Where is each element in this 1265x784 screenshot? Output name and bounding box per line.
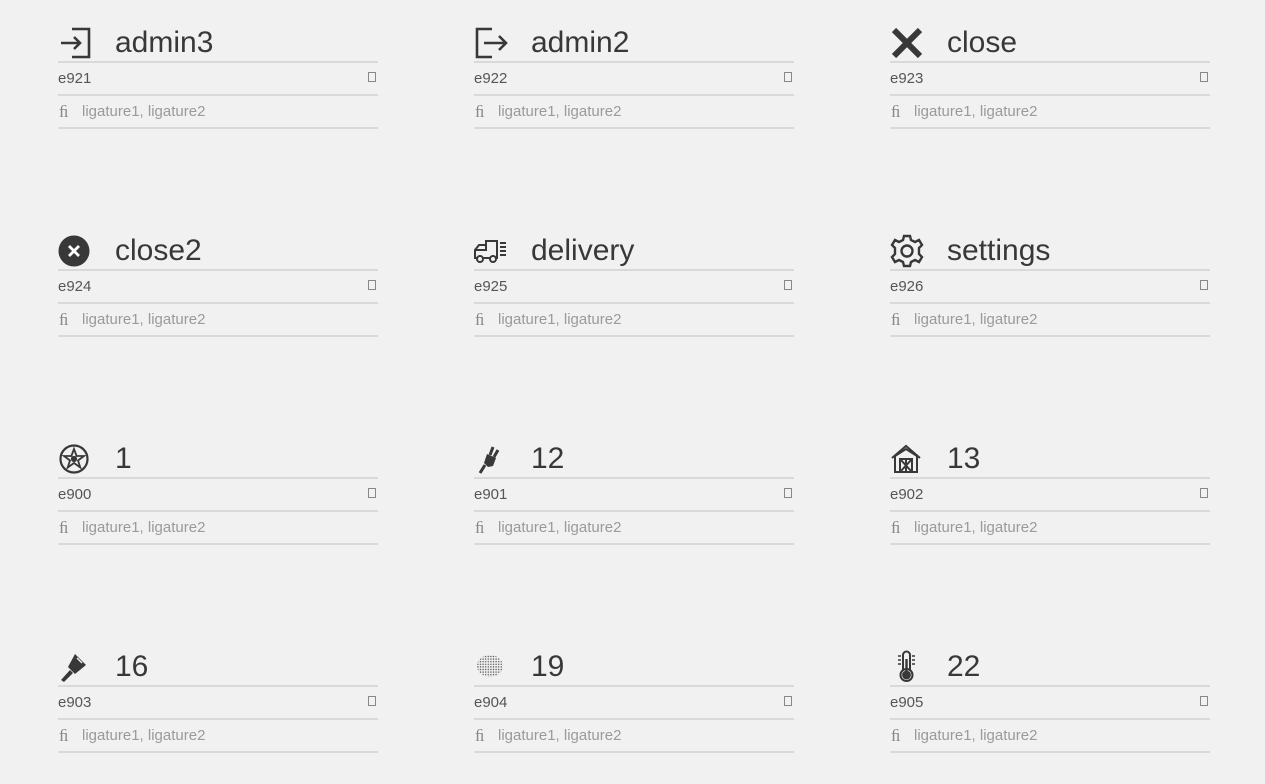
glyph-preview-icon [1200,696,1208,706]
icon-name: 22 [947,650,981,683]
ligature-icon: ﬁ [891,726,901,745]
glyph-preview-icon [368,488,376,498]
unicode-code: e924 [58,278,92,295]
icon-card: settings e926 ﬁ ligature1, ligature2 [890,208,1210,337]
icon-card: 12 e901 ﬁ ligature1, ligature2 [474,416,794,545]
unicode-code: e925 [474,278,508,295]
unicode-code: e903 [58,694,92,711]
admin2-exit-icon [474,26,508,60]
ligature-icon: ﬁ [891,310,901,329]
glyph-preview-icon [368,280,376,290]
ligatures-text: ligature1, ligature2 [82,311,206,328]
ligatures-text: ligature1, ligature2 [82,519,206,536]
unicode-code: e904 [474,694,508,711]
ligatures-text: ligature1, ligature2 [498,311,622,328]
glyph-preview-icon [784,72,792,82]
unicode-code: e921 [58,70,92,87]
icon-card: 1 e900 ﬁ ligature1, ligature2 [58,416,378,545]
icon-name: 12 [531,442,565,475]
unicode-code: e900 [58,486,92,503]
icon-name: admin2 [531,26,630,59]
icon-card: admin3 e921 ﬁ ligature1, ligature2 [58,0,378,129]
brush-icon [58,650,92,684]
ligature-icon: ﬁ [891,102,901,121]
glyph-preview-icon [784,696,792,706]
ligatures-text: ligature1, ligature2 [914,519,1038,536]
icon-name: 16 [115,650,149,683]
icon-name: admin3 [115,26,214,59]
icon-name: 13 [947,442,981,475]
house-frame-icon [890,442,924,476]
wheel-star-icon [58,442,92,476]
ligature-icon: ﬁ [59,310,69,329]
unicode-code: e905 [890,694,924,711]
ligature-icon: ﬁ [59,726,69,745]
glyph-preview-icon [1200,488,1208,498]
close-circle-icon [58,234,92,268]
unicode-code: e923 [890,70,924,87]
icon-name: delivery [531,234,635,267]
close-x-icon [890,26,924,60]
icon-name: 1 [115,442,132,475]
admin3-enter-icon [58,26,92,60]
ligature-icon: ﬁ [59,102,69,121]
unicode-code: e901 [474,486,508,503]
icon-name: settings [947,234,1051,267]
ligatures-text: ligature1, ligature2 [82,103,206,120]
icon-card: 22 e905 ﬁ ligature1, ligature2 [890,624,1210,753]
ligature-icon: ﬁ [475,310,485,329]
ligature-icon: ﬁ [475,726,485,745]
unicode-code: e922 [474,70,508,87]
glyph-preview-icon [368,696,376,706]
unicode-code: e902 [890,486,924,503]
icon-card: close e923 ﬁ ligature1, ligature2 [890,0,1210,129]
dotted-sphere-icon [474,650,508,684]
ligatures-text: ligature1, ligature2 [82,727,206,744]
glyph-preview-icon [784,280,792,290]
delivery-truck-icon [474,234,508,268]
ligatures-text: ligature1, ligature2 [498,519,622,536]
glyph-preview-icon [1200,72,1208,82]
icon-card: 13 e902 ﬁ ligature1, ligature2 [890,416,1210,545]
icon-card: 19 e904 ﬁ ligature1, ligature2 [474,624,794,753]
ligatures-text: ligature1, ligature2 [498,727,622,744]
glyph-preview-icon [1200,280,1208,290]
unicode-code: e926 [890,278,924,295]
glyph-preview-icon [784,488,792,498]
icon-card: 16 e903 ﬁ ligature1, ligature2 [58,624,378,753]
thermometer-icon [890,650,924,684]
icon-name: 19 [531,650,565,683]
ligatures-text: ligature1, ligature2 [914,103,1038,120]
ligature-icon: ﬁ [59,518,69,537]
ligatures-text: ligature1, ligature2 [914,727,1038,744]
ligature-icon: ﬁ [475,102,485,121]
icon-card: delivery e925 ﬁ ligature1, ligature2 [474,208,794,337]
icon-card: close2 e924 ﬁ ligature1, ligature2 [58,208,378,337]
settings-gear-icon [890,234,924,268]
icon-card: admin2 e922 ﬁ ligature1, ligature2 [474,0,794,129]
ligature-icon: ﬁ [891,518,901,537]
glyph-preview-icon [368,72,376,82]
icon-name: close [947,26,1018,59]
plug-icon [474,442,508,476]
ligatures-text: ligature1, ligature2 [914,311,1038,328]
ligature-icon: ﬁ [475,518,485,537]
icon-name: close2 [115,234,202,267]
ligatures-text: ligature1, ligature2 [498,103,622,120]
